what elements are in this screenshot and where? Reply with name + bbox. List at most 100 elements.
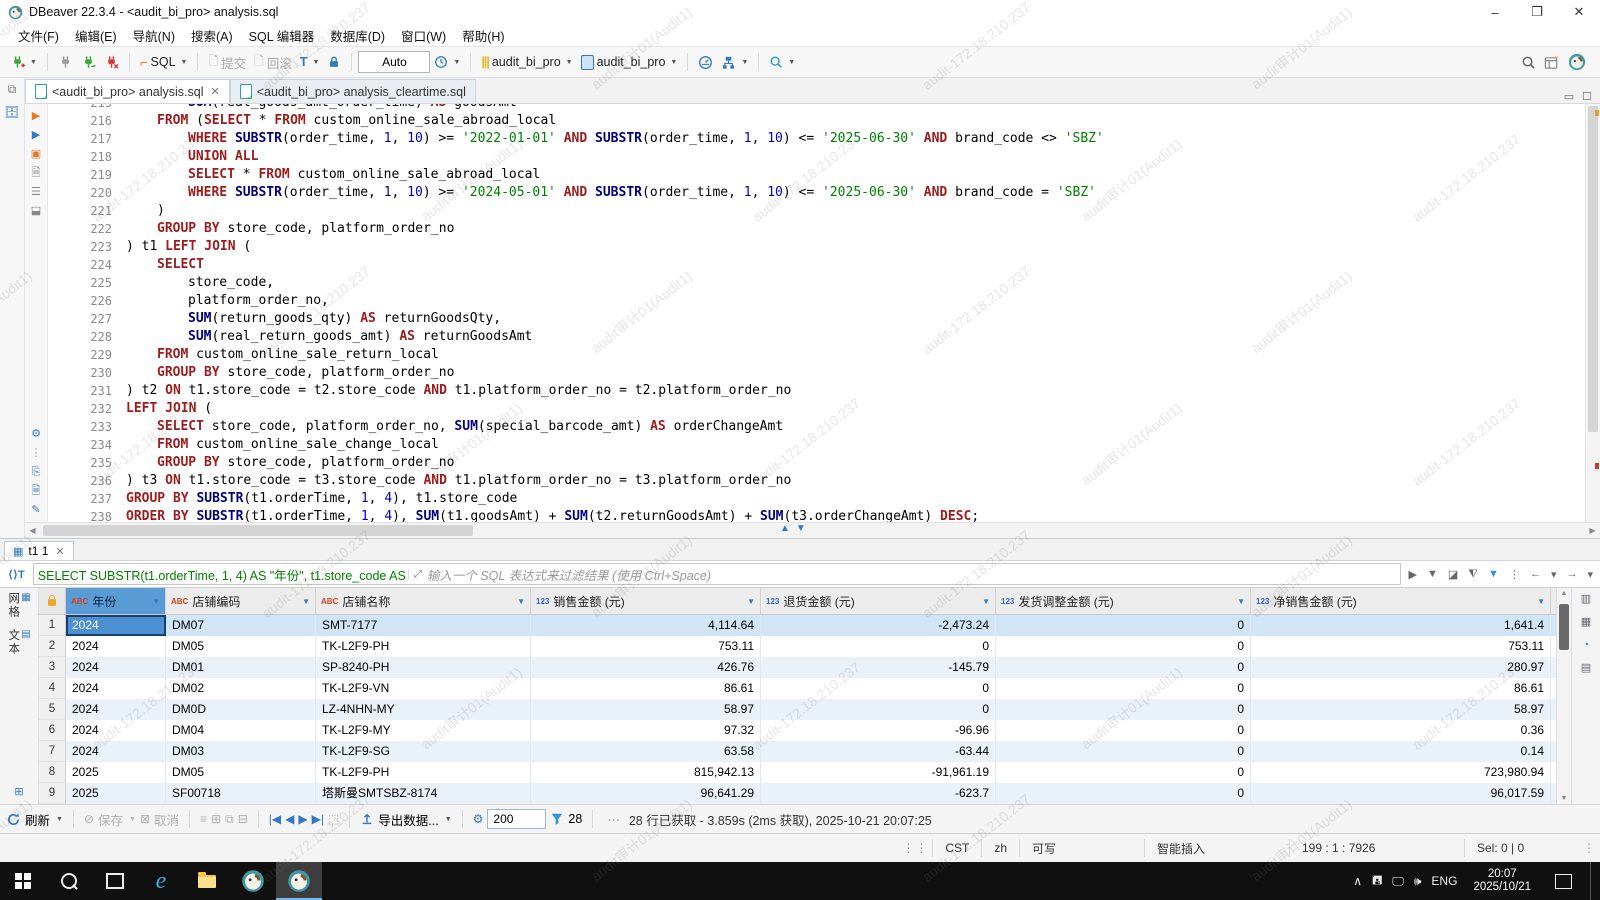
- code-line-235[interactable]: 235GROUP BY store_code, platform_order_n…: [48, 454, 1585, 472]
- cell[interactable]: LZ-4NHN-MY: [316, 699, 531, 720]
- cell[interactable]: 815,942.13: [531, 762, 761, 783]
- row-number[interactable]: 3: [39, 657, 66, 678]
- scroll-up-icon[interactable]: ▲: [1557, 590, 1571, 597]
- column-header-2[interactable]: ABC店铺编码▼: [166, 588, 316, 614]
- collapse-up-icon[interactable]: ▲: [780, 523, 790, 534]
- cell[interactable]: 96,017.59: [1251, 783, 1551, 804]
- add-row-icon[interactable]: ⊞: [211, 812, 221, 826]
- cell[interactable]: 2024: [66, 699, 166, 720]
- sort-icon[interactable]: ▼: [982, 597, 990, 606]
- goto-row-icon[interactable]: ⬚: [328, 812, 339, 826]
- column-header-5[interactable]: 123退货金额 (元)▼: [761, 588, 996, 614]
- start-button[interactable]: [0, 862, 46, 900]
- refresh-button[interactable]: 刷新: [25, 810, 50, 829]
- code-line-223[interactable]: 223) t1 LEFT JOIN (: [48, 238, 1585, 256]
- table-row-5[interactable]: 52024DM0DLZ-4NHN-MY58.970058.97: [39, 699, 1556, 720]
- fetch-funnel-icon[interactable]: [550, 812, 564, 826]
- transaction-history-button[interactable]: ▼: [430, 53, 464, 71]
- code-line-229[interactable]: 229FROM custom_online_sale_return_local: [48, 346, 1585, 364]
- cell[interactable]: 97.32: [531, 720, 761, 741]
- forward-history-icon[interactable]: ▾: [1584, 568, 1596, 581]
- code-line-236[interactable]: 236) t3 ON t1.store_code = t3.store_code…: [48, 472, 1585, 490]
- cell[interactable]: DM02: [166, 678, 316, 699]
- cell[interactable]: DM0D: [166, 699, 316, 720]
- cell[interactable]: 2024: [66, 636, 166, 657]
- code-area[interactable]: 215SUM(real_goods_amt_order_time) AS goo…: [48, 104, 1585, 522]
- reconnect-button[interactable]: [77, 53, 100, 72]
- gear-icon[interactable]: ⚙: [473, 812, 484, 826]
- cell[interactable]: 0: [996, 720, 1251, 741]
- minimize-panel-icon[interactable]: ▭: [1564, 90, 1574, 103]
- connect-button[interactable]: [54, 53, 77, 72]
- connection-selector[interactable]: |||audit_bi_pro▼: [477, 53, 576, 71]
- tab-analysis-sql[interactable]: <audit_bi_pro> analysis.sql ✕: [25, 79, 230, 103]
- sql-editor-button[interactable]: ⌐SQL▼: [136, 53, 192, 72]
- record-mode-icon[interactable]: ⊞: [14, 785, 23, 798]
- cell[interactable]: 0.36: [1251, 720, 1551, 741]
- cell[interactable]: TK-L2F9-MY: [316, 720, 531, 741]
- database-selector[interactable]: audit_bi_pro▼: [577, 53, 682, 72]
- column-header-4[interactable]: 123销售金额 (元)▼: [531, 588, 761, 614]
- output-panel-icon[interactable]: ⬓: [31, 205, 41, 217]
- sort-icon[interactable]: ▼: [517, 597, 525, 606]
- save-button[interactable]: 保存: [98, 810, 123, 829]
- table-row-3[interactable]: 32024DM01SP-8240-PH426.76-145.790280.97: [39, 657, 1556, 678]
- avatar[interactable]: [1568, 53, 1586, 71]
- row-number[interactable]: 8: [39, 762, 66, 783]
- cell[interactable]: 753.11: [1251, 636, 1551, 657]
- show-desktop-button[interactable]: [1590, 862, 1596, 900]
- forward-icon[interactable]: →: [1563, 568, 1580, 580]
- open-perspective-icon[interactable]: [1544, 55, 1560, 70]
- sort-icon[interactable]: ▼: [1537, 597, 1545, 606]
- cell[interactable]: 塔斯曼SMTSBZ-8174: [316, 783, 531, 804]
- internet-explorer-button[interactable]: e: [138, 862, 184, 900]
- grid-corner[interactable]: [39, 588, 66, 614]
- transaction-log-button[interactable]: T▼: [296, 53, 324, 71]
- sort-icon[interactable]: ▼: [747, 597, 755, 606]
- cell[interactable]: DM07: [166, 615, 316, 636]
- new-connection-button[interactable]: ▼: [6, 53, 41, 72]
- task-view-button[interactable]: [92, 862, 138, 900]
- script-list-icon[interactable]: ☰: [31, 186, 41, 198]
- code-line-219[interactable]: 219SELECT * FROM custom_online_sale_abro…: [48, 166, 1585, 184]
- sort-icon[interactable]: ▼: [152, 597, 160, 606]
- cell[interactable]: 0: [761, 636, 996, 657]
- code-line-233[interactable]: 233SELECT store_code, platform_order_no,…: [48, 418, 1585, 436]
- more-options-icon[interactable]: ⋮: [31, 447, 42, 459]
- code-line-227[interactable]: 227SUM(return_goods_qty) AS returnGoodsQ…: [48, 310, 1585, 328]
- cell[interactable]: DM05: [166, 762, 316, 783]
- code-line-221[interactable]: 221): [48, 202, 1585, 220]
- cell[interactable]: TK-L2F9-SG: [316, 741, 531, 762]
- close-icon[interactable]: ✕: [211, 85, 220, 98]
- cell[interactable]: DM03: [166, 741, 316, 762]
- commit-button[interactable]: 🗋提交: [204, 50, 250, 75]
- cell[interactable]: -623.7: [761, 783, 996, 804]
- cell[interactable]: 2024: [66, 741, 166, 762]
- cell[interactable]: 0: [996, 636, 1251, 657]
- column-header-1[interactable]: ABC年份▼: [66, 588, 166, 614]
- cell[interactable]: 0: [996, 741, 1251, 762]
- restore-panel-icon[interactable]: ⧉: [8, 82, 17, 97]
- code-line-228[interactable]: 228SUM(real_return_goods_amt) AS returnG…: [48, 328, 1585, 346]
- cell[interactable]: DM04: [166, 720, 316, 741]
- maximize-button[interactable]: ❐: [1516, 0, 1558, 24]
- row-number[interactable]: 1: [39, 615, 66, 636]
- code-line-237[interactable]: 237GROUP BY SUBSTR(t1.orderTime, 1, 4), …: [48, 490, 1585, 508]
- cell[interactable]: DM05: [166, 636, 316, 657]
- copy-row-icon[interactable]: ⧉: [225, 812, 234, 827]
- cell[interactable]: 2024: [66, 615, 166, 636]
- action-center-icon[interactable]: [1555, 874, 1572, 889]
- code-line-218[interactable]: 218UNION ALL: [48, 148, 1585, 166]
- edit-template-icon[interactable]: ✎: [31, 504, 40, 516]
- dashboard-button[interactable]: [694, 53, 717, 72]
- cell[interactable]: 723,980.94: [1251, 762, 1551, 783]
- column-header-6[interactable]: 123发货调整金额 (元)▼: [996, 588, 1251, 614]
- cell[interactable]: 753.11: [531, 636, 761, 657]
- sash-collapse-buttons[interactable]: ▲▼: [780, 523, 806, 534]
- cell[interactable]: 280.97: [1251, 657, 1551, 678]
- disconnect-button[interactable]: [100, 53, 123, 72]
- code-line-225[interactable]: 225store_code,: [48, 274, 1585, 292]
- close-button[interactable]: ✕: [1558, 0, 1600, 24]
- cell[interactable]: 1,641.4: [1251, 615, 1551, 636]
- editor-vertical-scrollbar[interactable]: [1585, 104, 1600, 522]
